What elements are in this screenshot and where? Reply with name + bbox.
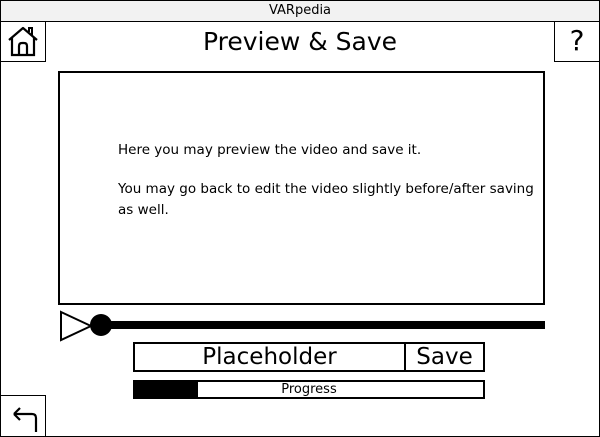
video-preview: Here you may preview the video and save … [58, 71, 545, 305]
home-button[interactable] [1, 22, 46, 62]
save-button[interactable]: Save [404, 342, 485, 372]
back-button[interactable] [1, 395, 46, 436]
play-icon [59, 310, 93, 342]
home-icon [1, 22, 45, 62]
video-name-field[interactable]: Placeholder [133, 342, 406, 372]
progress-label: Progress [281, 382, 337, 397]
seek-bar-handle[interactable] [90, 314, 112, 336]
preview-instructions-line-1: Here you may preview the video and save … [118, 142, 422, 158]
play-button[interactable] [59, 310, 93, 342]
app-window: VARpedia Preview & Save ? Here you may p… [0, 0, 600, 437]
help-button[interactable]: ? [554, 22, 599, 62]
back-arrow-icon [1, 396, 45, 436]
page-title: Preview & Save [202, 27, 398, 56]
progress-bar: Progress [133, 380, 485, 399]
preview-instructions-line-2: You may go back to edit the video slight… [118, 181, 534, 218]
window-title: VARpedia [1, 1, 599, 22]
seek-bar-track[interactable] [99, 321, 545, 329]
